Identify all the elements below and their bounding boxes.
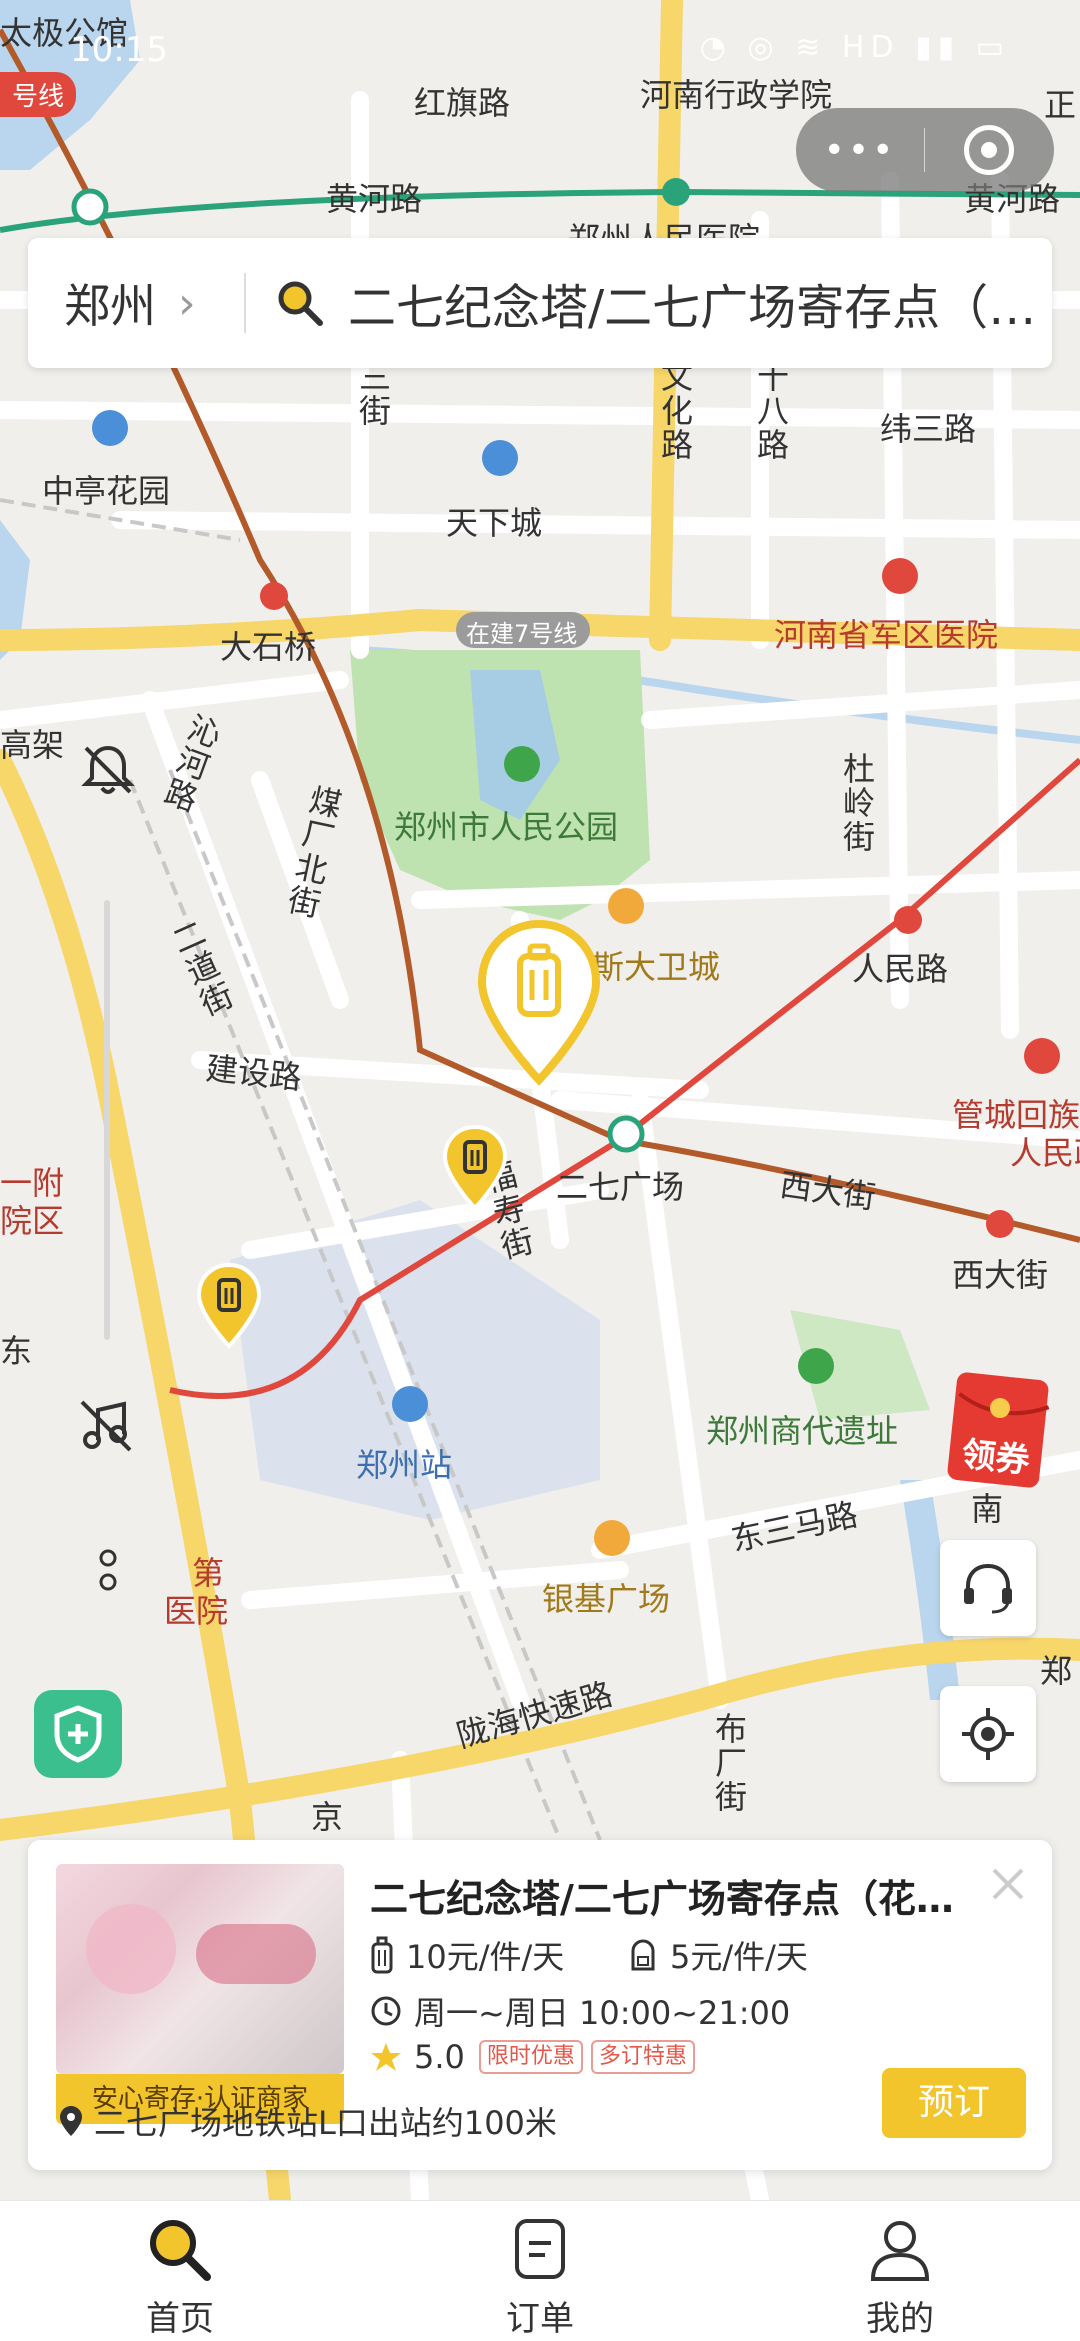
- search-icon: [150, 2220, 211, 2281]
- headset-icon: [964, 1563, 1012, 1614]
- coupon-label: 领券: [959, 1434, 1032, 1482]
- customer-service-button[interactable]: [940, 1540, 1036, 1636]
- map-label-military-hospital: 河南省军区医院: [774, 616, 999, 654]
- luggage-marker[interactable]: [442, 1124, 508, 1212]
- more-button[interactable]: •••: [796, 130, 924, 171]
- status-bar: 10:15 ◔ ◎ ≋ HD ▮▮ ▭: [0, 0, 1080, 100]
- rating-value: 5.0: [414, 2038, 465, 2076]
- map-label-zhongting: 中亭花园: [42, 472, 171, 510]
- locate-me-button[interactable]: [940, 1686, 1036, 1782]
- store-title: 二七纪念塔/二七广场寄存点（花园路店）: [370, 1877, 970, 1921]
- address-text: 二七广场地铁站L口出站约100米: [94, 2104, 557, 2142]
- hours-text: 周一~周日 10:00~21:00: [414, 1994, 791, 2032]
- map-label-erqi-square: 二七广场: [556, 1168, 685, 1206]
- tab-home[interactable]: 首页: [110, 2215, 250, 2340]
- status-time: 10:15: [70, 30, 168, 70]
- map-label-zheng-right: 郑: [1040, 1652, 1073, 1690]
- signal-icon: ◔ ◎ ≋: [699, 30, 842, 65]
- map-label-dawei: 斯大卫城: [592, 948, 721, 986]
- map-label-renmin-road: 人民路: [852, 950, 949, 988]
- more-vertical-icon[interactable]: [96, 1548, 120, 1592]
- selected-luggage-marker[interactable]: [476, 920, 602, 1088]
- map-label-shiba: 十八路: [752, 360, 790, 462]
- tab-mine-label: 我的: [866, 2299, 934, 2339]
- map-label-zhengzhou-station: 郑州站: [356, 1446, 453, 1484]
- tab-orders-label: 订单: [506, 2299, 574, 2339]
- multi-order-tag: 多订特惠: [590, 2040, 695, 2074]
- clock-icon: [371, 1996, 401, 2026]
- map-label-nan-partial: 南: [966, 1492, 1004, 1526]
- user-icon: [870, 2221, 930, 2281]
- map-label-jing: 京: [306, 1800, 344, 1834]
- map-label-xida-station: 西大街: [952, 1256, 1049, 1294]
- bag-price: 5元/件/天: [628, 1932, 808, 1978]
- network-type: HD: [841, 30, 900, 65]
- search-icon: [278, 281, 323, 326]
- map-zoom-slider[interactable]: [104, 900, 110, 1340]
- limited-offer-tag: 限时优惠: [478, 2040, 583, 2074]
- store-thumbnail: [56, 1864, 344, 2074]
- search-bar: 郑州 › 二七纪念塔/二七广场寄存点（花园路店）: [28, 238, 1052, 368]
- map-label-duling: 杜岭街: [838, 752, 876, 854]
- opening-hours: 周一~周日 10:00~21:00: [370, 1988, 790, 2034]
- map-label-bu: 布厂街: [710, 1712, 748, 1814]
- location-pin-icon: [60, 2106, 82, 2136]
- map-label-san-jie: 三街: [354, 360, 392, 428]
- miniprogram-capsule: •••: [796, 108, 1054, 192]
- tab-orders[interactable]: 订单: [470, 2215, 610, 2340]
- close-miniprogram-button[interactable]: [925, 125, 1053, 175]
- map-label-dashiqiao: 大石桥: [220, 628, 317, 666]
- rating-row: 5.0 限时优惠 多订特惠: [370, 2038, 695, 2076]
- search-input[interactable]: 二七纪念塔/二七广场寄存点（花园路店）: [348, 268, 1038, 338]
- map-label-tianxia: 天下城: [446, 504, 543, 542]
- luggage-price-text: 10元/件/天: [406, 1938, 565, 1976]
- city-selector[interactable]: 郑州 ›: [28, 270, 244, 336]
- map-label-jia-partial: 高架: [0, 726, 65, 764]
- map-label-jianshe: 建设路: [204, 1049, 304, 1097]
- map-label-yinji: 银基广场: [542, 1580, 671, 1618]
- shield-plus-icon: [54, 1705, 102, 1763]
- store-address: 二七广场地铁站L口出站约100米: [58, 2098, 557, 2144]
- bottom-tab-bar: 首页 订单 我的: [0, 2200, 1080, 2341]
- close-ring-icon: [964, 125, 1014, 175]
- tab-home-label: 首页: [146, 2299, 214, 2339]
- map-label-yiyuan-partial: 医院: [164, 1592, 229, 1630]
- locate-icon: [962, 1708, 1014, 1760]
- map-label-weisan: 纬三路: [880, 410, 977, 448]
- map-label-people-park: 郑州市人民公园: [394, 808, 619, 846]
- star-icon: [371, 2043, 401, 2071]
- safety-shield-button[interactable]: [34, 1690, 122, 1778]
- map-label-yuan-partial: 院区: [0, 1202, 65, 1240]
- search-divider: [244, 273, 246, 333]
- tab-mine[interactable]: 我的: [830, 2215, 970, 2340]
- chevron-right-icon: ›: [178, 277, 196, 329]
- luggage-marker[interactable]: [196, 1262, 262, 1350]
- close-icon[interactable]: [986, 1862, 1030, 1906]
- status-icons: ◔ ◎ ≋ HD ▮▮ ▭: [700, 30, 1010, 65]
- map-label-shang-ruins: 郑州商代遗址: [706, 1412, 899, 1450]
- music-off-icon[interactable]: [76, 1396, 136, 1456]
- map-label-renmin-zheng: 人民政: [1010, 1134, 1080, 1172]
- book-button[interactable]: 预订: [882, 2068, 1026, 2138]
- map-label-wenhua: 文化路: [656, 360, 694, 462]
- order-icon: [515, 2219, 565, 2279]
- map-label-line7: 在建7号线: [466, 620, 578, 648]
- suitcase-icon: [371, 1936, 393, 1974]
- coupon-button[interactable]: 领券: [946, 1368, 1056, 1490]
- luggage-price: 10元/件/天: [370, 1932, 564, 1978]
- map-label-huanghe-left: 黄河路: [326, 180, 423, 218]
- city-name: 郑州: [64, 279, 156, 333]
- backpack-icon: [631, 1939, 655, 1971]
- bag-price-text: 5元/件/天: [670, 1938, 808, 1976]
- store-info-card[interactable]: 安心寄存·认证商家 二七纪念塔/二七广场寄存点（花园路店） 10元/件/天 5元…: [28, 1840, 1052, 2170]
- battery-icon: ▮▮ ▭: [899, 30, 1010, 65]
- map-label-dong-partial: 东: [0, 1332, 33, 1370]
- bell-off-icon[interactable]: [78, 740, 138, 800]
